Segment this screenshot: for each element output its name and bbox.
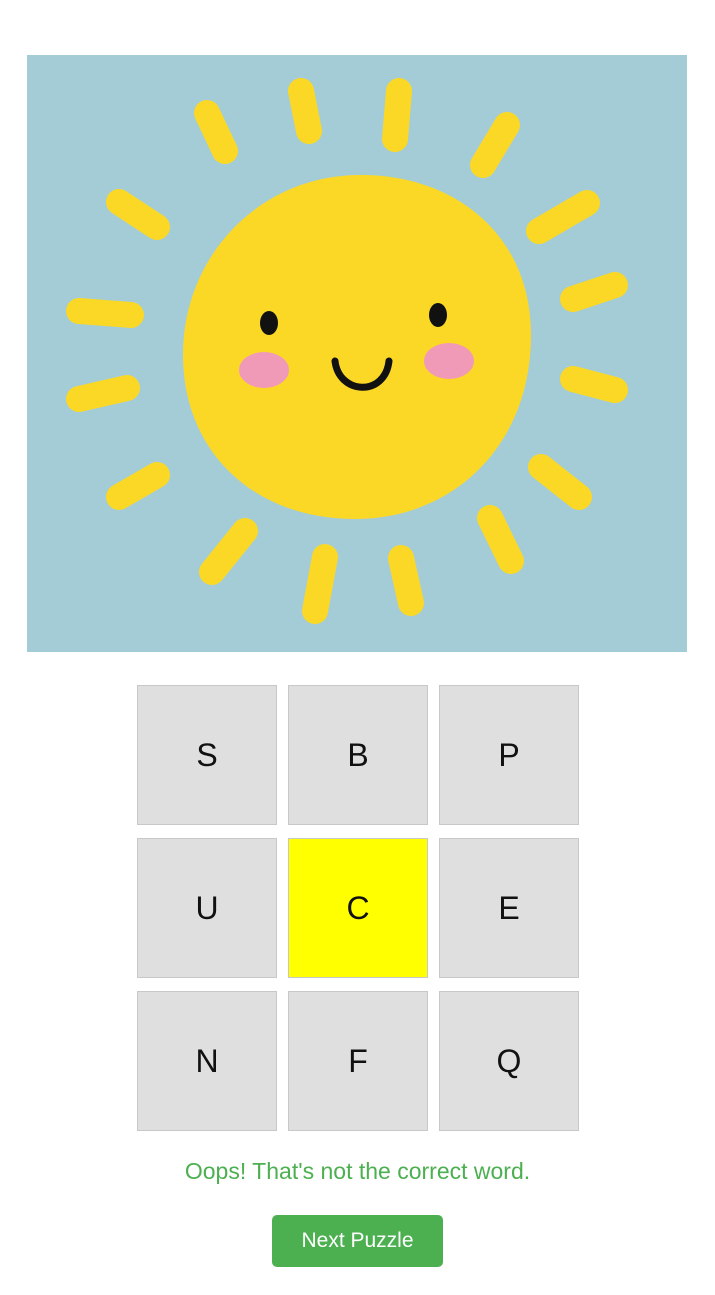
sun-ray <box>382 78 412 152</box>
sun-ray <box>66 298 144 328</box>
letter-tile[interactable]: N <box>137 991 277 1131</box>
sun-ray <box>194 100 238 164</box>
feedback-message: Oops! That's not the correct word. <box>184 1158 531 1184</box>
letter-tile[interactable]: Q <box>439 991 579 1131</box>
letter-tile[interactable]: E <box>439 838 579 978</box>
sun-ray <box>560 366 628 403</box>
letter-tile[interactable]: U <box>137 838 277 978</box>
sun-body <box>182 174 532 520</box>
next-puzzle-button[interactable]: Next Puzzle <box>272 1215 443 1267</box>
letter-tile[interactable]: B <box>288 685 428 825</box>
right-cheek <box>424 343 474 379</box>
letter-tile[interactable]: F <box>288 991 428 1131</box>
letter-grid: S B P U C E N F Q <box>137 685 579 1131</box>
puzzle-image <box>27 55 687 652</box>
right-eye <box>429 303 447 327</box>
sun-ray <box>560 272 628 312</box>
sun-ray <box>302 544 338 624</box>
sun-ray <box>66 375 140 412</box>
letter-tile[interactable]: P <box>439 685 579 825</box>
sun-ray <box>388 545 424 616</box>
letter-tile[interactable]: S <box>137 685 277 825</box>
letter-tile-selected[interactable]: C <box>288 838 428 978</box>
left-eye <box>260 311 278 335</box>
left-cheek <box>239 352 289 388</box>
sun-ray <box>288 78 322 144</box>
